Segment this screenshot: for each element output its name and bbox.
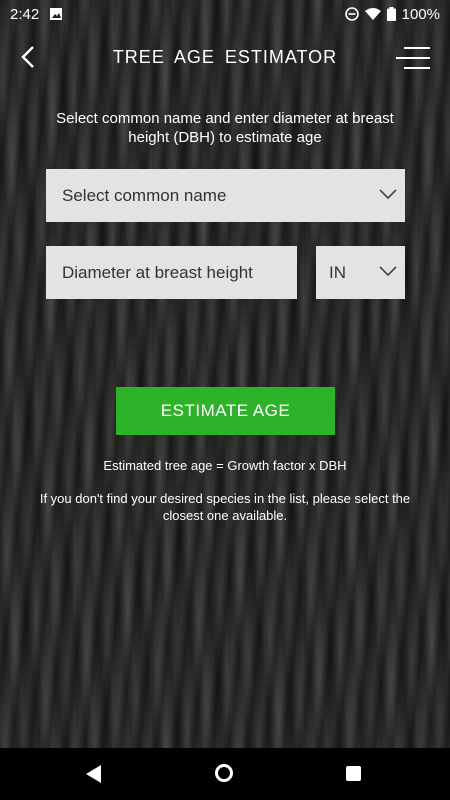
chevron-down-icon — [379, 266, 397, 277]
wifi-icon — [364, 8, 381, 20]
nav-home-icon[interactable] — [215, 764, 233, 782]
dnd-icon — [344, 7, 359, 21]
app-bar: TREE AGE ESTIMATOR — [0, 36, 450, 80]
unit-select[interactable]: IN — [316, 246, 405, 299]
dbh-input[interactable]: Diameter at breast height — [46, 246, 297, 299]
unit-select-value: IN — [329, 262, 346, 282]
status-time: 2:42 — [10, 5, 40, 23]
species-select-placeholder: Select common name — [62, 185, 227, 205]
battery-level: 100% — [401, 5, 440, 23]
instruction-text: Select common name and enter diameter at… — [56, 110, 394, 146]
menu-line — [404, 47, 430, 49]
menu-line — [404, 67, 430, 69]
species-select[interactable]: Select common name — [46, 169, 405, 222]
formula-text: Estimated tree age = Growth factor x DBH — [103, 458, 347, 473]
status-bar: 2:42 100% — [0, 0, 450, 28]
estimate-age-button[interactable]: ESTIMATE AGE — [116, 387, 335, 435]
status-left: 2:42 — [10, 6, 63, 23]
image-icon — [50, 8, 63, 20]
dbh-input-placeholder: Diameter at breast height — [62, 262, 253, 282]
battery-icon — [386, 7, 396, 21]
menu-icon[interactable] — [396, 46, 430, 70]
page-title: TREE AGE ESTIMATOR — [112, 47, 338, 67]
nav-recents-icon[interactable] — [346, 766, 361, 781]
menu-line — [396, 57, 430, 59]
chevron-down-icon — [379, 189, 397, 200]
status-right: 100% — [344, 5, 440, 23]
species-note: If you don't find your desired species i… — [39, 491, 411, 523]
system-nav-bar — [0, 748, 450, 800]
nav-back-icon[interactable] — [86, 765, 102, 783]
